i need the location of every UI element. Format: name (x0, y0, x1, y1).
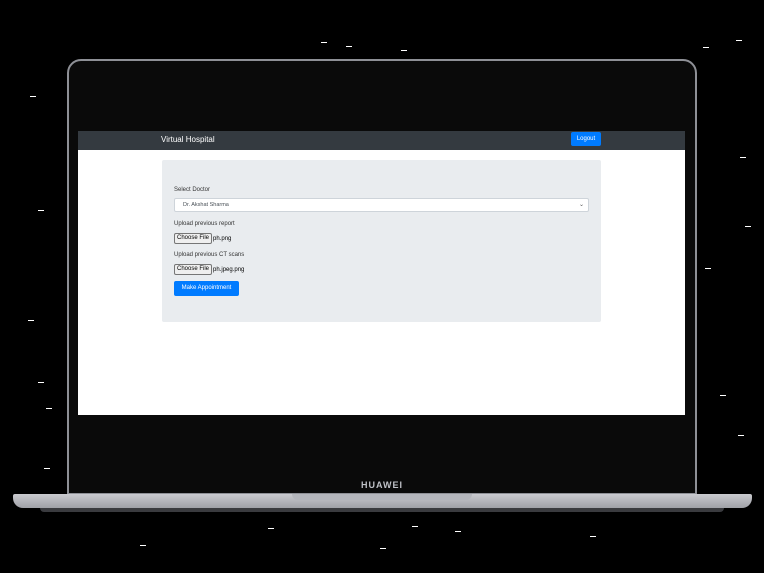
star-dot (740, 157, 746, 158)
navbar-brand[interactable]: Virtual Hospital (161, 135, 215, 144)
appointment-form: Select Doctor Dr. Akshat Sharma ⌄ Upload… (162, 160, 601, 322)
star-dot (30, 96, 36, 97)
star-dot (720, 395, 726, 396)
star-dot (380, 548, 386, 549)
star-dot (745, 226, 751, 227)
star-dot (705, 268, 711, 269)
star-dot (44, 468, 50, 469)
star-dot (38, 382, 44, 383)
report-choose-file-button[interactable]: Choose File (174, 233, 213, 244)
browser-viewport: Virtual Hospital Logout Select Doctor Dr… (78, 131, 685, 415)
mockup-stage: Virtual Hospital Logout Select Doctor Dr… (0, 0, 764, 573)
star-dot (412, 526, 418, 527)
report-file-input: Choose File ph.png (174, 233, 231, 245)
star-dot (268, 528, 274, 529)
star-dot (46, 408, 52, 409)
make-appointment-button[interactable]: Make Appointment (174, 281, 239, 296)
star-dot (703, 47, 709, 48)
navbar: Virtual Hospital Logout (78, 131, 685, 150)
doctor-select[interactable]: Dr. Akshat Sharma ⌄ (174, 198, 589, 212)
star-dot (738, 435, 744, 436)
star-dot (455, 531, 461, 532)
ct-file-input: Choose File ph.jpeg.png (174, 264, 244, 276)
ct-label: Upload previous CT scans (174, 252, 245, 258)
report-file-name: ph.png (213, 235, 232, 242)
doctor-label: Select Doctor (174, 187, 211, 193)
ct-file-name: ph.jpeg.png (213, 266, 245, 273)
doctor-selected-value: Dr. Akshat Sharma (183, 202, 229, 208)
star-dot (736, 40, 742, 41)
star-dot (401, 50, 407, 51)
star-dot (321, 42, 327, 43)
star-dot (590, 536, 596, 537)
star-dot (28, 320, 34, 321)
star-dot (140, 545, 146, 546)
chevron-down-icon: ⌄ (578, 202, 584, 208)
ct-choose-file-button[interactable]: Choose File (174, 264, 213, 275)
device-logo: HUAWEI (361, 480, 403, 490)
logout-button[interactable]: Logout (571, 132, 601, 146)
report-label: Upload previous report (174, 221, 235, 227)
star-dot (346, 46, 352, 47)
star-dot (38, 210, 44, 211)
laptop-base-notch (292, 494, 472, 500)
laptop-base-shadow (40, 508, 724, 512)
